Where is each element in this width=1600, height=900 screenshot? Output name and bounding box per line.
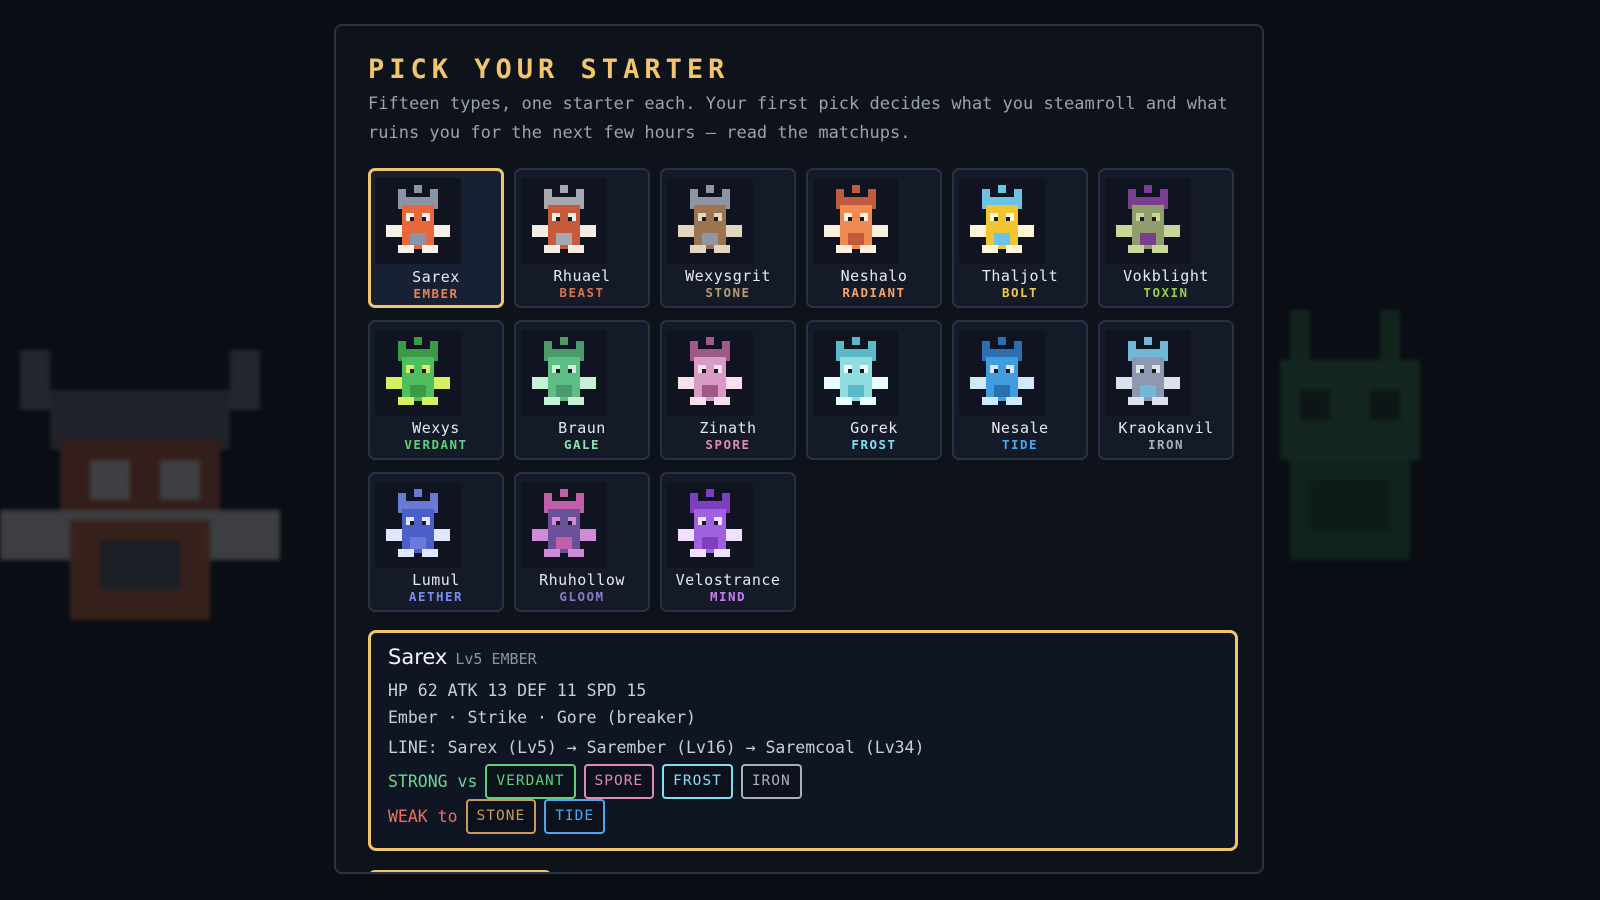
starter-card-wexys[interactable]: Wexys VERDANT [368,320,504,460]
creature-sprite-icon [1116,185,1180,253]
starter-name: Rhuael [553,267,611,285]
creature-sprite-icon [386,489,450,557]
creature-sprite-icon [970,185,1034,253]
starter-sprite [521,482,607,568]
creature-sprite-icon [532,185,596,253]
starter-type: FROST [851,437,897,452]
starter-type: STONE [705,285,751,300]
starter-type: GALE [563,437,601,452]
starter-type: BOLT [1001,285,1039,300]
background-creature-right [1280,310,1420,560]
starter-type: TIDE [1001,437,1039,452]
starter-type: AETHER [408,589,464,604]
starter-detail-card: Sarex Lv5 EMBER HP 62 ATK 13 DEF 11 SPD 1… [368,630,1238,851]
creature-sprite-icon [824,185,888,253]
detail-stats: HP 62 ATK 13 DEF 11 SPD 15 [388,681,647,700]
starter-sprite [959,330,1045,416]
creature-sprite-icon [386,185,450,253]
starter-type: MIND [709,589,747,604]
creature-sprite-icon [824,337,888,405]
starter-name: Wexysgrit [685,267,771,285]
creature-sprite-icon [678,185,742,253]
type-pill-frost: FROST [662,764,733,799]
detail-moves: Ember · Strike · Gore (breaker) [388,708,696,727]
starter-sprite [521,178,607,264]
starter-name: Nesale [991,419,1049,437]
starter-sprite [375,482,461,568]
creature-sprite-icon [532,489,596,557]
starter-type: EMBER [413,286,459,301]
starter-card-velostrance[interactable]: Velostrance MIND [660,472,796,612]
type-pill-spore: SPORE [583,764,655,799]
starter-sprite [375,330,461,416]
starter-type: IRON [1147,437,1185,452]
creature-sprite-icon [532,337,596,405]
starter-panel: PICK YOUR STARTER Fifteen types, one sta… [334,24,1264,874]
starter-card-nesale[interactable]: Nesale TIDE [952,320,1088,460]
strong-against-row: STRONG vs VERDANT SPORE FROST IRON [388,764,810,799]
detail-level-type: Lv5 EMBER [455,650,537,668]
starter-sprite [1105,178,1191,264]
starter-sprite [375,178,461,264]
background-creature-left [0,350,280,620]
detail-header: Sarex Lv5 EMBER [388,645,537,669]
starter-type: GLOOM [559,589,605,604]
starter-card-neshalo[interactable]: Neshalo RADIANT [806,168,942,308]
page-subtitle: Fifteen types, one starter each. Your fi… [368,94,1228,143]
creature-sprite-icon [678,489,742,557]
creature-sprite-icon [678,337,742,405]
type-pill-tide: TIDE [544,799,606,834]
starter-name: Braun [558,419,606,437]
detail-name: Sarex [388,645,448,669]
starter-card-vokblight[interactable]: Vokblight TOXIN [1098,168,1234,308]
starter-sprite [813,330,899,416]
starter-name: Zinath [699,419,757,437]
starter-name: Rhuhollow [539,571,625,589]
starter-sprite [667,178,753,264]
starter-name: Thaljolt [981,267,1059,285]
starter-card-braun[interactable]: Braun GALE [514,320,650,460]
confirm-button-partial[interactable] [368,870,552,872]
starter-card-wexysgrit[interactable]: Wexysgrit STONE [660,168,796,308]
page-title: PICK YOUR STARTER [368,54,730,85]
starter-card-thaljolt[interactable]: Thaljolt BOLT [952,168,1088,308]
creature-sprite-icon [970,337,1034,405]
starter-sprite [667,482,753,568]
starter-card-kraokanvil[interactable]: Kraokanvil IRON [1098,320,1234,460]
type-pill-verdant: VERDANT [485,764,576,799]
starter-type: BEAST [559,285,605,300]
creature-sprite-icon [1116,337,1180,405]
strong-label: STRONG vs [388,772,478,791]
starter-card-gorek[interactable]: Gorek FROST [806,320,942,460]
starter-name: Velostrance [675,571,781,589]
starter-card-zinath[interactable]: Zinath SPORE [660,320,796,460]
starter-sprite [1105,330,1191,416]
detail-evolution-line: LINE: Sarex (Lv5) → Sarember (Lv16) → Sa… [388,738,925,757]
type-pill-iron: IRON [740,764,802,799]
starter-card-sarex[interactable]: Sarex EMBER [368,168,504,308]
starter-type: SPORE [705,437,751,452]
starter-card-rhuael[interactable]: Rhuael BEAST [514,168,650,308]
starter-name: Vokblight [1123,267,1209,285]
starter-type: VERDANT [404,437,468,452]
weak-to-row: WEAK to STONE TIDE [388,799,613,834]
starter-name: Wexys [412,419,460,437]
starter-grid: Sarex EMBER Rhuael BEAST Wexysgrit STONE Nesha… [368,168,1238,612]
starter-sprite [521,330,607,416]
starter-card-rhuhollow[interactable]: Rhuhollow GLOOM [514,472,650,612]
creature-sprite-icon [386,337,450,405]
starter-name: Sarex [412,268,460,286]
type-pill-stone: STONE [465,799,537,834]
starter-name: Lumul [412,571,460,589]
starter-sprite [959,178,1045,264]
starter-type: RADIANT [842,285,906,300]
starter-name: Kraokanvil [1118,419,1214,437]
starter-sprite [813,178,899,264]
starter-name: Gorek [850,419,898,437]
starter-type: TOXIN [1143,285,1189,300]
weak-label: WEAK to [388,807,458,826]
starter-sprite [667,330,753,416]
starter-name: Neshalo [840,267,908,285]
starter-card-lumul[interactable]: Lumul AETHER [368,472,504,612]
